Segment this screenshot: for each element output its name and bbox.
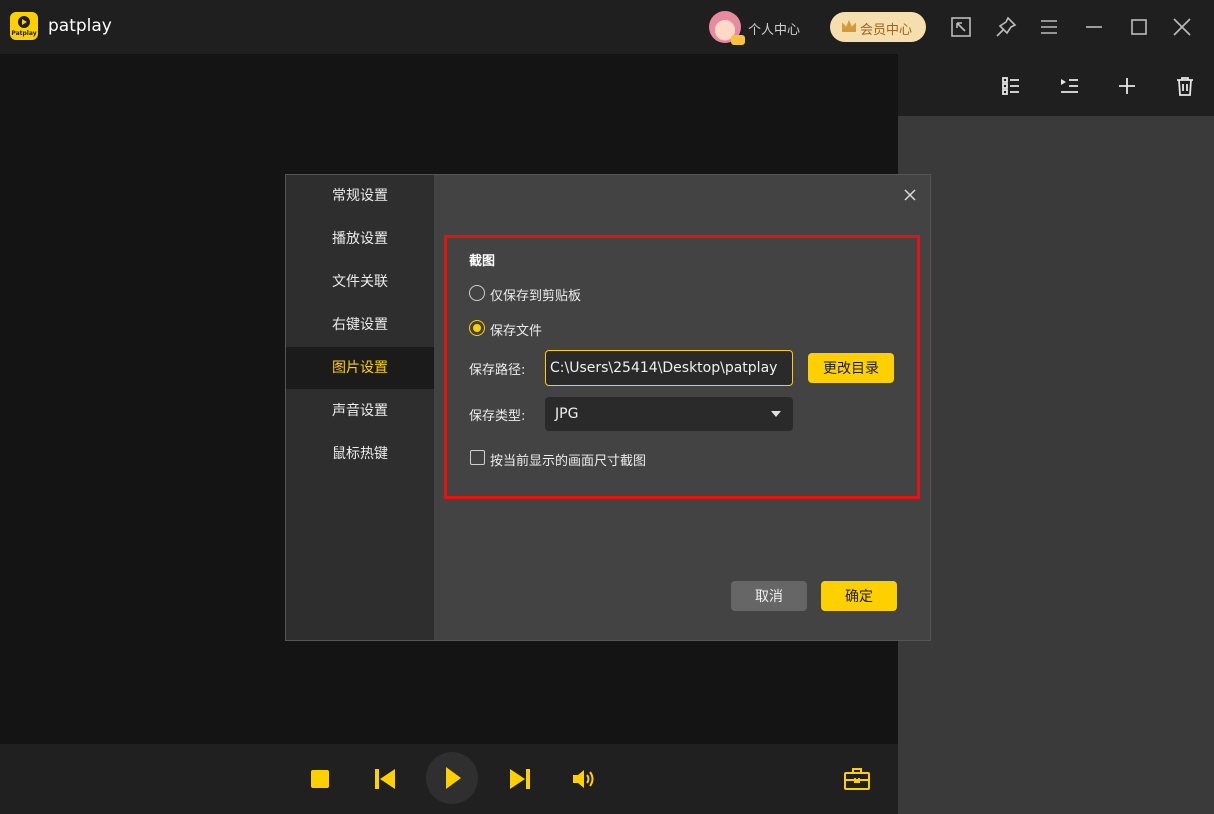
control-bar: [0, 744, 898, 814]
nav-mouse-hotkeys[interactable]: 鼠标热键: [286, 433, 434, 475]
nav-file-association[interactable]: 文件关联: [286, 261, 434, 303]
current-size-checkbox-label[interactable]: 按当前显示的画面尺寸截图: [490, 450, 646, 469]
stop-icon[interactable]: [311, 770, 329, 788]
menu-icon[interactable]: [1036, 14, 1062, 40]
radio-clipboard-label[interactable]: 仅保存到剪贴板: [490, 285, 581, 304]
save-type-value: JPG: [555, 406, 579, 422]
settings-nav: 常规设置 播放设置 文件关联 右键设置 图片设置 声音设置 鼠标热键: [286, 175, 434, 640]
nav-sound-settings[interactable]: 声音设置: [286, 390, 434, 432]
nav-playback-settings[interactable]: 播放设置: [286, 218, 434, 260]
section-title: 截图: [469, 254, 496, 269]
list-view-icon[interactable]: [999, 74, 1023, 98]
cancel-button[interactable]: 取消: [731, 581, 807, 611]
title-bar: Patplay patplay 个人中心 会员中心: [0, 0, 1214, 54]
play-button[interactable]: [426, 752, 478, 804]
save-path-label: 保存路径:: [469, 363, 526, 378]
app-logo: Patplay: [10, 12, 38, 40]
app-title: patplay: [48, 16, 112, 36]
add-icon[interactable]: [1115, 74, 1139, 98]
avatar[interactable]: [709, 11, 745, 45]
change-directory-button[interactable]: 更改目录: [808, 353, 894, 383]
maximize-icon[interactable]: [1126, 14, 1152, 40]
next-icon[interactable]: [508, 768, 530, 790]
chevron-down-icon: [771, 411, 781, 417]
playlist-area[interactable]: [898, 116, 1214, 814]
toolbox-icon[interactable]: [843, 767, 871, 791]
radio-clipboard-only[interactable]: [469, 285, 485, 301]
current-size-checkbox[interactable]: [470, 450, 485, 465]
nav-general-settings[interactable]: 常规设置: [286, 175, 434, 217]
pin-icon[interactable]: [993, 14, 1019, 40]
save-type-select[interactable]: JPG: [545, 397, 793, 431]
close-icon[interactable]: [1169, 14, 1195, 40]
trash-icon[interactable]: [1173, 74, 1197, 98]
logo-text: Patplay: [11, 30, 37, 37]
nav-image-settings[interactable]: 图片设置: [286, 347, 434, 389]
save-type-label: 保存类型:: [469, 409, 526, 424]
minimize-icon[interactable]: [1081, 14, 1107, 40]
nav-context-menu-settings[interactable]: 右键设置: [286, 304, 434, 346]
screen-cast-icon[interactable]: [948, 14, 974, 40]
profile-center-link[interactable]: 个人中心: [748, 19, 800, 38]
vip-center-label: 会员中心: [860, 23, 913, 38]
save-path-input[interactable]: [545, 350, 793, 386]
radio-save-file[interactable]: [469, 320, 485, 336]
playlist-toolbar: [898, 54, 1214, 116]
radio-save-file-label[interactable]: 保存文件: [490, 320, 542, 339]
volume-icon[interactable]: [572, 768, 596, 790]
crown-icon: [842, 20, 856, 32]
settings-dialog: 常规设置 播放设置 文件关联 右键设置 图片设置 声音设置 鼠标热键 截图 仅保…: [285, 174, 931, 641]
play-icon: [446, 767, 461, 789]
dialog-close-icon[interactable]: [900, 185, 920, 205]
previous-icon[interactable]: [375, 768, 397, 790]
vip-center-button[interactable]: 会员中心: [830, 12, 926, 42]
ok-button[interactable]: 确定: [821, 581, 897, 611]
playlist-icon[interactable]: [1057, 74, 1081, 98]
